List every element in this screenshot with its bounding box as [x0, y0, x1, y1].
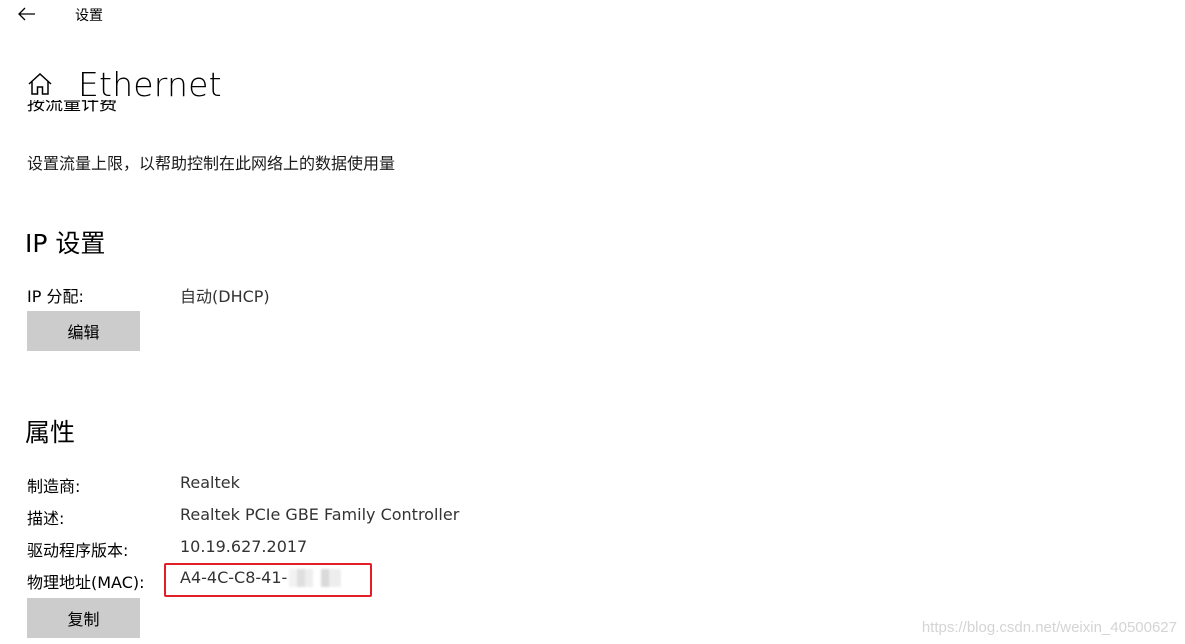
manufacturer-value: Realtek	[180, 473, 240, 492]
ip-assignment-label: IP 分配:	[27, 287, 84, 306]
description-label: 描述:	[27, 509, 65, 528]
watermark: https://blog.csdn.net/weixin_40500627	[921, 619, 1177, 636]
manufacturer-label: 制造商:	[27, 477, 81, 496]
edit-button[interactable]: 编辑	[27, 311, 140, 351]
description-value: Realtek PCIe GBE Family Controller	[180, 505, 460, 524]
home-icon[interactable]	[26, 70, 54, 98]
page-title: Ethernet	[78, 64, 222, 104]
metered-description: 设置流量上限，以帮助控制在此网络上的数据使用量	[27, 154, 396, 173]
copy-button[interactable]: 复制	[27, 598, 140, 638]
metered-heading-clipped: 按流量计费	[27, 100, 117, 114]
title-bar: 设置	[0, 0, 1185, 30]
properties-title: 属性	[25, 418, 76, 447]
app-title: 设置	[75, 8, 103, 24]
red-highlight-box	[164, 563, 372, 597]
mac-address-label: 物理地址(MAC):	[27, 573, 145, 592]
driver-version-value: 10.19.627.2017	[180, 537, 308, 556]
arrow-left-icon	[18, 7, 35, 21]
ip-assignment-value: 自动(DHCP)	[180, 287, 270, 306]
back-button[interactable]	[14, 2, 40, 26]
driver-version-label: 驱动程序版本:	[27, 541, 129, 560]
ip-settings-title: IP 设置	[25, 229, 106, 258]
